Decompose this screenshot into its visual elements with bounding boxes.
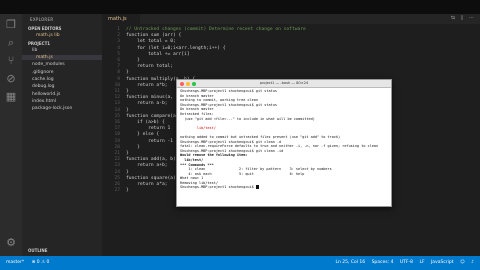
cursor-position[interactable]: Ln 25, Col 16 — [335, 260, 365, 265]
code-text: for (let i=0;i<arr.length;i++) { — [126, 45, 226, 51]
code-text: let total = 0; — [126, 39, 176, 45]
tree-item-helloworld[interactable]: helloworld.js — [32, 92, 60, 97]
code-text: return -1 — [126, 138, 174, 144]
tree-item-gitignore[interactable]: .gitignore — [32, 70, 54, 75]
code-text: if (a>b) { — [126, 120, 165, 126]
code-text: total += arr[i] — [126, 51, 190, 57]
code-text: } — [126, 58, 140, 64]
source-control-icon[interactable]: ⑂ — [4, 54, 18, 68]
search-icon[interactable]: ⌕ — [4, 36, 18, 50]
tree-item-cache-log[interactable]: cache.log — [32, 77, 54, 82]
tree-item-index-html[interactable]: index.html — [32, 99, 56, 104]
git-branch[interactable]: master* — [6, 260, 24, 265]
status-left: master* ⊗ 0 ⚠ 0 — [6, 256, 49, 270]
terminal-cursor — [255, 185, 259, 190]
line-number: 27 — [114, 188, 120, 194]
terminal-line: Shuchengs-MBP:project1 shuchengcui$ — [180, 185, 390, 190]
gear-icon[interactable]: ⚙ — [4, 236, 18, 250]
status-right: Ln 25, Col 16 Spaces: 4 UTF-8 LF JavaScr… — [330, 256, 474, 270]
language-mode[interactable]: JavaScript — [431, 260, 454, 265]
terminal-window[interactable]: project1 — -bash — 80×24 Shuchengs-MBP:p… — [176, 79, 392, 207]
tab-math-js[interactable]: math.js — [102, 14, 140, 24]
smiley-icon[interactable]: ☺ — [460, 260, 465, 265]
explorer-sidebar: EXPLORER OPEN EDITORS math.js lib PROJEC… — [22, 14, 102, 256]
code-text: // Untracked changes (commit) Determine … — [126, 27, 306, 32]
project-section[interactable]: PROJECT1 — [28, 41, 50, 46]
code-text: return a+b; — [126, 163, 168, 169]
tree-item-package-lock[interactable]: package-lock.json — [32, 106, 72, 111]
editor-actions[interactable]: ⇆ ▯ ⋯ — [451, 15, 476, 21]
encoding[interactable]: UTF-8 — [400, 260, 413, 265]
tree-item-math[interactable]: math.js — [22, 55, 102, 60]
open-editor-item[interactable]: math.js lib — [36, 33, 60, 38]
outline-section[interactable]: OUTLINE — [28, 248, 48, 253]
open-editors-section[interactable]: OPEN EDITORS — [28, 26, 61, 31]
activity-bar: ❐ ⌕ ⑂ ⊘ ▦ ⚙ — [0, 14, 22, 256]
terminal-output[interactable]: Shuchengs-MBP:project1 shuchengcui$ git … — [180, 89, 390, 205]
code-text: } — [126, 188, 129, 194]
code-text: return a*b; — [126, 82, 168, 88]
code-text: } else { — [126, 132, 160, 138]
code-text: return 1 — [126, 126, 171, 132]
indentation[interactable]: Spaces: 4 — [372, 260, 394, 265]
code-text: } — [126, 144, 140, 150]
bell-icon[interactable]: ♪ — [471, 260, 474, 265]
files-icon[interactable]: ❐ — [4, 18, 18, 32]
explorer-header: EXPLORER — [30, 17, 54, 22]
code-text: } — [126, 107, 129, 113]
problems-count[interactable]: ⊗ 0 ⚠ 0 — [32, 260, 50, 265]
tree-item-node-modules[interactable]: node_modules — [32, 62, 65, 67]
status-bar: master* ⊗ 0 ⚠ 0 Ln 25, Col 16 Spaces: 4 … — [0, 256, 480, 270]
tab-bar: math.js ⇆ ▯ ⋯ — [102, 14, 480, 24]
code-text: function square(a) { — [126, 175, 182, 181]
code-text: return total; — [126, 64, 174, 70]
code-text: } — [126, 70, 129, 76]
extensions-icon[interactable]: ▦ — [4, 90, 18, 104]
line-ending[interactable]: LF — [419, 260, 424, 265]
code-text: return a*a; — [126, 182, 168, 188]
code-text: } — [126, 169, 129, 175]
code-text: } — [126, 89, 129, 95]
code-text: } — [126, 151, 129, 157]
mac-title-bar — [0, 0, 480, 14]
code-text: return a-b; — [126, 101, 168, 107]
code-text: function sum (arr) { — [126, 33, 182, 39]
terminal-title: project1 — -bash — 80×24 — [259, 81, 309, 85]
terminal-title-bar: project1 — -bash — 80×24 — [177, 80, 391, 88]
tree-item-debug-log[interactable]: debug.log — [32, 84, 54, 89]
tree-item-lib[interactable]: lib — [32, 48, 37, 53]
debug-icon[interactable]: ⊘ — [4, 72, 18, 86]
code-text: function add(a, b) { — [126, 157, 182, 163]
